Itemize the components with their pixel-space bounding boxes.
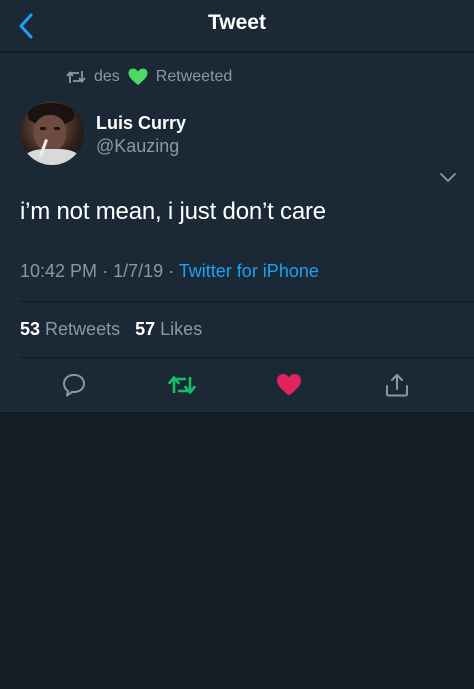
divider: [20, 301, 474, 302]
reply-button[interactable]: [60, 371, 88, 399]
divider: [20, 357, 474, 358]
retweeter-name[interactable]: des: [94, 68, 120, 86]
share-icon: [386, 374, 408, 397]
heart-icon: [277, 374, 301, 396]
tweet-meta: 10:42 PM · 1/7/19 · Twitter for iPhone: [20, 261, 319, 282]
avatar[interactable]: [20, 101, 84, 165]
more-options-button[interactable]: [437, 169, 459, 187]
reply-icon: [63, 374, 85, 397]
tweet-stats: 53 Retweets 57 Likes: [20, 319, 202, 340]
share-button[interactable]: [383, 371, 411, 399]
retweeted-label: Retweeted: [155, 68, 233, 85]
tweet-date: 1/7/19: [113, 261, 164, 281]
retweets-stat[interactable]: 53 Retweets: [20, 319, 125, 339]
like-button[interactable]: [275, 371, 303, 399]
retweet-icon: [168, 376, 196, 394]
page-title: Tweet: [208, 11, 266, 34]
tweet-source-link[interactable]: Twitter for iPhone: [179, 261, 319, 281]
likes-count: 57: [135, 319, 156, 339]
navigation-bar: Tweet: [0, 0, 474, 52]
empty-background: [0, 414, 474, 689]
meta-separator: ·: [102, 261, 114, 281]
tweet-text: i’m not mean, i just don’t care: [20, 198, 326, 225]
retweets-count: 53: [20, 319, 41, 339]
author-name[interactable]: Luis Curry: [96, 113, 186, 134]
tweet-time: 10:42 PM: [20, 261, 98, 281]
tweet-detail-screen: Tweet des Retweeted Luis Curry @Kauzing …: [0, 0, 474, 689]
retweet-icon: [66, 69, 86, 85]
tweet-card: des Retweeted Luis Curry @Kauzing i’m no…: [0, 53, 474, 413]
retweets-label: Retweets: [45, 319, 121, 339]
action-bar: [0, 371, 474, 401]
retweet-button[interactable]: [168, 371, 196, 399]
chevron-down-icon: [440, 173, 456, 183]
meta-separator: ·: [168, 261, 179, 281]
author-handle[interactable]: @Kauzing: [96, 136, 179, 157]
likes-label: Likes: [160, 319, 203, 339]
retweeted-by-row: des Retweeted: [66, 67, 232, 87]
likes-stat[interactable]: 57 Likes: [135, 319, 202, 339]
green-heart-icon: [128, 68, 148, 86]
